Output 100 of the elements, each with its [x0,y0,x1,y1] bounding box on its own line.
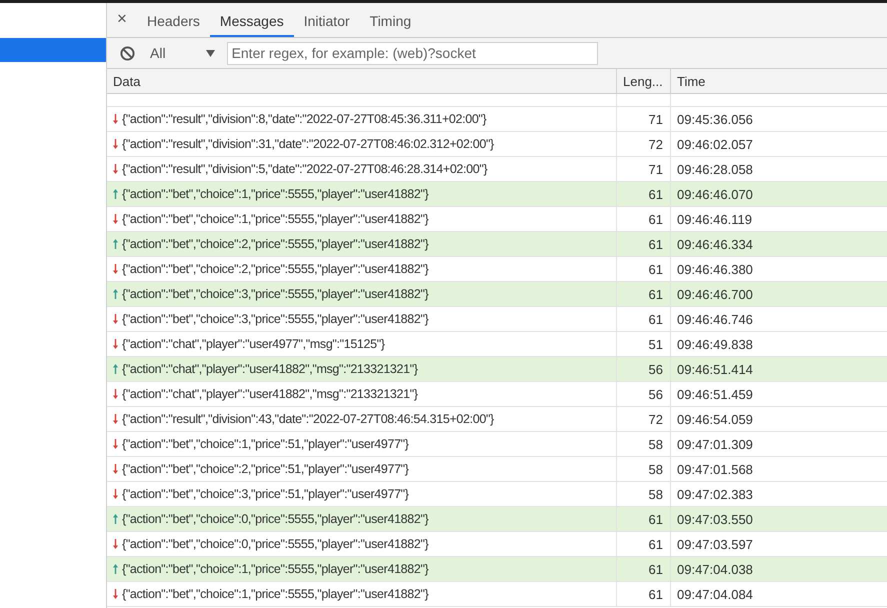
received-message-row[interactable]: {"action":"chat","player":"user4977","msg":"15125"} 51 09:46:49.838 [107,332,887,357]
message-length: 56 [648,362,663,376]
message-length: 61 [648,236,663,252]
received-message-row[interactable]: {"action":"bet","choice":2,"price":51,"player":"user4977"} 58 09:47:01.568 [107,457,887,482]
message-time: 09:46:28.058 [677,162,753,176]
message-length: 61 [648,312,663,326]
up-arrow-icon [113,364,118,374]
close-button[interactable]: × [107,3,137,37]
received-message-row[interactable]: {"action":"result","division":5,"date":"2022-07-27T08:46:28.314+02:00"} 71 09:46:28.058 [107,157,887,182]
down-arrow-icon [113,314,118,324]
received-message-row[interactable]: {"action":"result","division":43,"date":"2022-07-27T08:46:54.315+02:00"} 72 09:46:54.059 [107,407,887,432]
message-length: 61 [648,536,663,552]
message-data: {"action":"bet","choice":3,"price":5555,"player":"user41882"} [122,312,428,326]
message-time: 09:47:04.038 [677,562,753,576]
message-data: {"action":"bet","choice":1,"price":5555,"player":"user41882"} [122,212,428,226]
message-time: 09:47:01.309 [677,436,753,452]
sent-message-row[interactable]: {"action":"bet","choice":3,"price":5555,"player":"user41882"} 61 09:46:46.700 [107,282,887,307]
sent-message-row[interactable]: {"action":"bet","choice":1,"price":5555,"player":"user41882"} 61 09:47:04.038 [107,557,887,582]
up-arrow-icon [113,189,118,199]
down-arrow-icon [113,139,118,149]
message-time: 09:46:54.059 [677,412,753,426]
message-data: {"action":"bet","choice":2,"price":5555,"player":"user41882"} [122,262,428,276]
message-data: {"action":"bet","choice":3,"price":5555,"player":"user41882"} [122,287,428,301]
message-time: 09:45:36.056 [677,112,753,126]
message-data: {"action":"bet","choice":2,"price":5555,"player":"user41882"} [122,237,428,251]
message-length: 58 [648,462,663,476]
message-data: {"action":"chat","player":"user41882","msg":"213321321"} [122,362,418,376]
up-arrow-icon [113,289,118,299]
message-type-dropdown[interactable]: All [146,43,219,63]
clear-icon[interactable] [120,46,135,60]
down-arrow-icon [113,214,118,224]
message-data: {"action":"bet","choice":0,"price":5555,"player":"user41882"} [122,512,428,526]
message-length: 58 [648,486,663,502]
message-length: 58 [648,436,663,452]
message-length: 72 [648,136,663,152]
message-time: 09:47:01.568 [677,462,753,476]
down-arrow-icon [113,339,118,349]
message-length: 61 [648,586,663,602]
down-arrow-icon [113,114,118,124]
message-length: 61 [648,286,663,302]
down-arrow-icon [113,264,118,274]
up-arrow-icon [113,239,118,249]
sent-message-row[interactable]: {"action":"bet","choice":2,"price":5555,"player":"user41882"} 61 09:46:46.334 [107,232,887,257]
received-message-row[interactable]: {"action":"bet","choice":1,"price":5555,"player":"user41882"} 61 09:46:46.119 [107,207,887,232]
message-time: 09:46:51.459 [677,386,753,402]
sent-message-row[interactable]: {"action":"bet","choice":1,"price":5555,"player":"user41882"} 61 09:46:46.070 [107,182,887,207]
received-message-row[interactable]: {"action":"bet","choice":3,"price":5555,"player":"user41882"} 61 09:46:46.746 [107,307,887,332]
message-time: 09:46:46.070 [677,186,753,202]
message-data: {"action":"result","division":8,"date":"2022-07-27T08:45:36.311+02:00"} [122,112,486,126]
column-header[interactable]: Time [677,74,706,88]
received-message-row[interactable]: {"action":"result","division":31,"date":"2022-07-27T08:46:02.312+02:00"} 72 09:46:02.057 [107,132,887,157]
down-arrow-icon [113,414,118,424]
message-length: 71 [648,112,663,126]
message-time: 09:46:02.057 [677,136,753,152]
message-time: 09:47:03.597 [677,536,753,552]
message-length: 61 [648,562,663,576]
sent-message-row[interactable]: {"action":"bet","choice":0,"price":5555,"player":"user41882"} 61 09:47:03.550 [107,507,887,532]
received-message-row[interactable]: {"action":"bet","choice":1,"price":51,"player":"user4977"} 58 09:47:01.309 [107,432,887,457]
received-message-row[interactable]: {"action":"bet","choice":0,"price":5555,"player":"user41882"} 61 09:47:03.597 [107,532,887,557]
caret-icon [206,50,215,56]
message-data: {"action":"chat","player":"user41882","msg":"213321321"} [122,387,418,401]
down-arrow-icon [113,439,118,449]
message-time: 09:47:03.550 [677,512,753,526]
message-data: {"action":"bet","choice":1,"price":5555,"player":"user41882"} [122,562,428,576]
received-message-row[interactable]: {"action":"bet","choice":1,"price":5555,"player":"user41882"} 61 09:47:04.084 [107,582,887,607]
received-message-row[interactable]: {"action":"bet","choice":3,"price":51,"player":"user4977"} 58 09:47:02.383 [107,482,887,507]
tab[interactable]: Initiator [294,3,360,37]
down-arrow-icon [113,464,118,474]
message-data: {"action":"bet","choice":1,"price":51,"player":"user4977"} [122,437,409,451]
column-header[interactable]: Data [113,74,140,88]
up-arrow-icon [113,514,118,524]
received-message-row[interactable]: {"action":"chat","player":"user41882","msg":"213321321"} 56 09:46:51.459 [107,382,887,407]
down-arrow-icon [113,389,118,399]
sent-message-row[interactable]: {"action":"chat","player":"user41882","msg":"213321321"} 56 09:46:51.414 [107,357,887,382]
message-time: 09:46:46.119 [677,212,752,226]
message-data: {"action":"result","division":5,"date":"2022-07-27T08:46:28.314+02:00"} [122,162,488,176]
down-arrow-icon [113,489,118,499]
received-message-row[interactable]: {"action":"result","division":8,"date":"2022-07-27T08:45:36.311+02:00"} 71 09:45:36.056 [107,107,887,132]
message-data: {"action":"bet","choice":1,"price":5555,"player":"user41882"} [122,587,428,601]
message-time: 09:46:46.746 [677,312,753,326]
message-time: 09:47:02.383 [677,486,753,502]
filter-input[interactable]: Enter regex, for example: (web)?socket [226,42,598,64]
message-time: 09:46:46.380 [677,262,753,276]
tab[interactable]: Timing [360,3,422,37]
column-header[interactable]: Leng... [623,74,663,88]
message-length: 61 [648,186,663,202]
down-arrow-icon [113,164,118,174]
message-length: 61 [648,512,663,526]
tab[interactable]: Headers [137,3,210,37]
message-length: 56 [648,386,663,402]
message-length: 71 [648,162,663,176]
received-message-row[interactable]: {"action":"bet","choice":2,"price":5555,"player":"user41882"} 61 09:46:46.380 [107,257,887,282]
message-time: 09:46:46.334 [677,236,753,252]
message-time: 09:46:49.838 [677,336,753,352]
message-data: {"action":"result","division":31,"date":"2022-07-27T08:46:02.312+02:00"} [122,137,494,151]
message-data: {"action":"result","division":43,"date":"2022-07-27T08:46:54.315+02:00"} [122,412,494,426]
up-arrow-icon [113,564,118,574]
message-data: {"action":"bet","choice":3,"price":51,"player":"user4977"} [122,487,409,501]
message-time: 09:46:46.700 [677,286,753,302]
message-data: {"action":"chat","player":"user4977","msg":"15125"} [122,337,385,351]
